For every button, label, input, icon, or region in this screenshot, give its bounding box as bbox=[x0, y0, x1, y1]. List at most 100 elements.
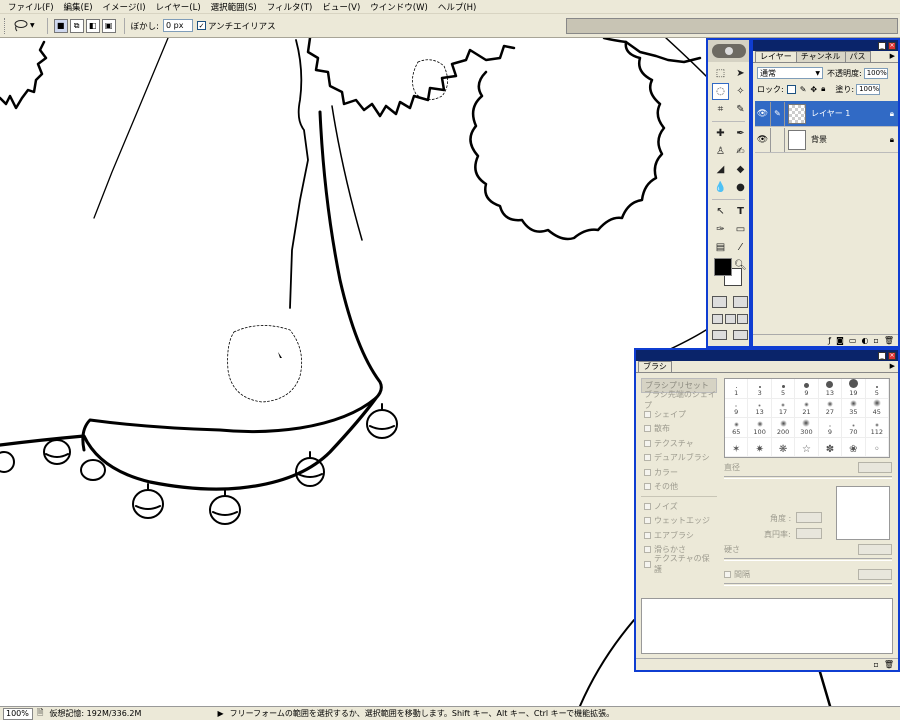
crop-tool-icon[interactable]: ⌗ bbox=[712, 101, 729, 118]
roundness-input[interactable] bbox=[796, 528, 822, 539]
color-dynamics-item[interactable]: カラー bbox=[641, 465, 717, 480]
blend-mode-select[interactable]: 通常 ▼ bbox=[757, 67, 823, 79]
spacing-checkbox[interactable] bbox=[724, 571, 731, 578]
tool-preset-picker[interactable]: ▼ bbox=[12, 19, 35, 33]
standard-mode-button[interactable] bbox=[712, 296, 727, 308]
lasso-tool-icon[interactable]: ◌ bbox=[712, 83, 729, 100]
magic-wand-tool-icon[interactable]: ✧ bbox=[732, 83, 749, 100]
feather-input[interactable]: 0 px bbox=[163, 19, 193, 32]
document-icon[interactable]: 🗎︎ bbox=[37, 707, 43, 720]
slice-tool-icon[interactable]: ✎ bbox=[732, 101, 749, 118]
lock-all-icon[interactable]: 🔒︎ bbox=[821, 84, 825, 94]
intersect-selection-button[interactable]: ▣ bbox=[101, 18, 116, 33]
toolbox-header[interactable] bbox=[708, 40, 749, 62]
checkbox[interactable] bbox=[644, 483, 651, 491]
brush-preset[interactable]: ✽ bbox=[818, 437, 843, 457]
healing-brush-tool-icon[interactable]: ✚ bbox=[712, 125, 729, 142]
panel-menu-arrow-icon[interactable]: ▶ bbox=[890, 362, 895, 370]
notes-tool-icon[interactable]: ▤ bbox=[712, 239, 729, 256]
close-button[interactable]: × bbox=[888, 41, 896, 50]
checkbox[interactable] bbox=[644, 439, 651, 447]
brush-preset[interactable]: 13 bbox=[818, 379, 843, 399]
stamp-tool-icon[interactable]: ♙ bbox=[712, 143, 729, 160]
texture-item[interactable]: テクスチャ bbox=[641, 436, 717, 451]
brush-preset[interactable]: 5 bbox=[865, 379, 889, 399]
protect-texture-item[interactable]: テクスチャの保護 bbox=[641, 554, 717, 574]
brushes-title-bar[interactable]: _ × bbox=[636, 350, 898, 361]
add-mask-icon[interactable]: ◙ bbox=[836, 336, 844, 345]
bucket-tool-icon[interactable]: ◆ bbox=[732, 161, 749, 178]
minimize-button[interactable]: _ bbox=[878, 351, 886, 360]
checkbox[interactable] bbox=[644, 560, 651, 568]
checkbox[interactable] bbox=[644, 410, 651, 418]
brush-angle-preview[interactable] bbox=[836, 486, 890, 540]
checkbox[interactable] bbox=[644, 425, 651, 433]
brush-preset[interactable]: 9 bbox=[795, 379, 819, 399]
type-tool-icon[interactable]: T bbox=[732, 203, 749, 220]
quickmask-mode-button[interactable] bbox=[733, 296, 748, 308]
tab-layers[interactable]: レイヤー bbox=[755, 51, 797, 62]
play-arrow-icon[interactable]: ▶ bbox=[217, 709, 223, 718]
shape-tool-icon[interactable]: ▭ bbox=[732, 221, 749, 238]
layer-link-cell[interactable] bbox=[771, 127, 785, 152]
new-selection-button[interactable]: ■ bbox=[53, 18, 68, 33]
jump-to-imageready-button[interactable] bbox=[712, 330, 727, 340]
brush-preset[interactable]: 65 bbox=[725, 418, 749, 438]
hardness-input[interactable] bbox=[858, 544, 892, 555]
subtract-selection-button[interactable]: ◧ bbox=[85, 18, 100, 33]
checkbox[interactable] bbox=[644, 454, 651, 462]
trash-icon[interactable]: 🗑︎ bbox=[884, 336, 894, 345]
jump-to-button-2[interactable] bbox=[733, 330, 748, 340]
menu-help[interactable]: ヘルプ(H) bbox=[433, 1, 482, 13]
brush-preset[interactable]: 300 bbox=[795, 418, 819, 438]
brush-preset[interactable]: ✶ bbox=[725, 437, 749, 457]
brush-preset[interactable]: 19 bbox=[842, 379, 866, 399]
angle-input[interactable] bbox=[796, 512, 822, 523]
brush-preset[interactable]: 112 bbox=[865, 418, 889, 438]
brush-preset[interactable]: 1 bbox=[725, 379, 749, 399]
menu-image[interactable]: イメージ(I) bbox=[98, 1, 151, 13]
menu-window[interactable]: ウインドウ(W) bbox=[365, 1, 433, 13]
zoom-field[interactable]: 100% bbox=[3, 707, 33, 720]
menu-file[interactable]: ファイル(F) bbox=[3, 1, 59, 13]
menu-view[interactable]: ビュー(V) bbox=[317, 1, 365, 13]
visibility-eye-icon[interactable]: 👁︎ bbox=[755, 101, 771, 126]
visibility-eye-icon[interactable]: 👁︎ bbox=[755, 127, 771, 152]
layer-brush-icon[interactable]: ✎ bbox=[771, 101, 785, 126]
path-select-tool-icon[interactable]: ↖ bbox=[712, 203, 729, 220]
move-tool-icon[interactable]: ➤ bbox=[732, 65, 749, 82]
spacing-slider[interactable] bbox=[724, 583, 892, 586]
close-button[interactable]: × bbox=[888, 351, 896, 360]
trash-icon[interactable]: 🗑︎ bbox=[884, 660, 894, 669]
menu-edit[interactable]: 編集(E) bbox=[59, 1, 98, 13]
brush-preset[interactable]: 9 bbox=[818, 418, 843, 438]
menu-filter[interactable]: フィルタ(T) bbox=[262, 1, 318, 13]
blur-tool-icon[interactable]: 💧 bbox=[712, 179, 729, 196]
layer-row-background[interactable]: 👁︎ 背景 🔒︎ bbox=[755, 127, 898, 153]
checkbox[interactable] bbox=[644, 546, 651, 554]
brush-preset[interactable]: 13 bbox=[748, 399, 772, 419]
checkbox[interactable] bbox=[644, 531, 651, 539]
menu-layer[interactable]: レイヤー(L) bbox=[151, 1, 206, 13]
brush-preset[interactable]: 35 bbox=[842, 399, 866, 419]
brush-preset[interactable]: ✷ bbox=[748, 437, 772, 457]
tab-paths[interactable]: パス bbox=[844, 51, 871, 62]
palette-well[interactable] bbox=[566, 18, 898, 34]
layers-title-bar[interactable]: _ × bbox=[753, 40, 898, 51]
screen-mode-standard-button[interactable] bbox=[712, 314, 723, 324]
brush-preset[interactable]: 9 bbox=[725, 399, 749, 419]
panel-menu-arrow-icon[interactable]: ▶ bbox=[890, 52, 895, 60]
lock-transparency-icon[interactable] bbox=[786, 84, 796, 94]
add-selection-button[interactable]: ⧉ bbox=[69, 18, 84, 33]
dual-brush-item[interactable]: デュアルブラシ bbox=[641, 451, 717, 466]
checkbox[interactable] bbox=[644, 468, 651, 476]
lock-move-icon[interactable]: ✥ bbox=[810, 85, 817, 94]
screen-mode-full-menu-button[interactable] bbox=[724, 314, 736, 324]
diameter-input[interactable] bbox=[858, 462, 892, 473]
checkbox[interactable] bbox=[644, 517, 651, 525]
screen-mode-full-button[interactable] bbox=[737, 314, 748, 324]
other-dynamics-item[interactable]: その他 bbox=[641, 480, 717, 495]
scattering-item[interactable]: 散布 bbox=[641, 422, 717, 437]
diameter-slider[interactable] bbox=[724, 476, 892, 479]
layer-row-1[interactable]: 👁︎ ✎ レイヤー 1 🔒︎ bbox=[755, 101, 898, 127]
